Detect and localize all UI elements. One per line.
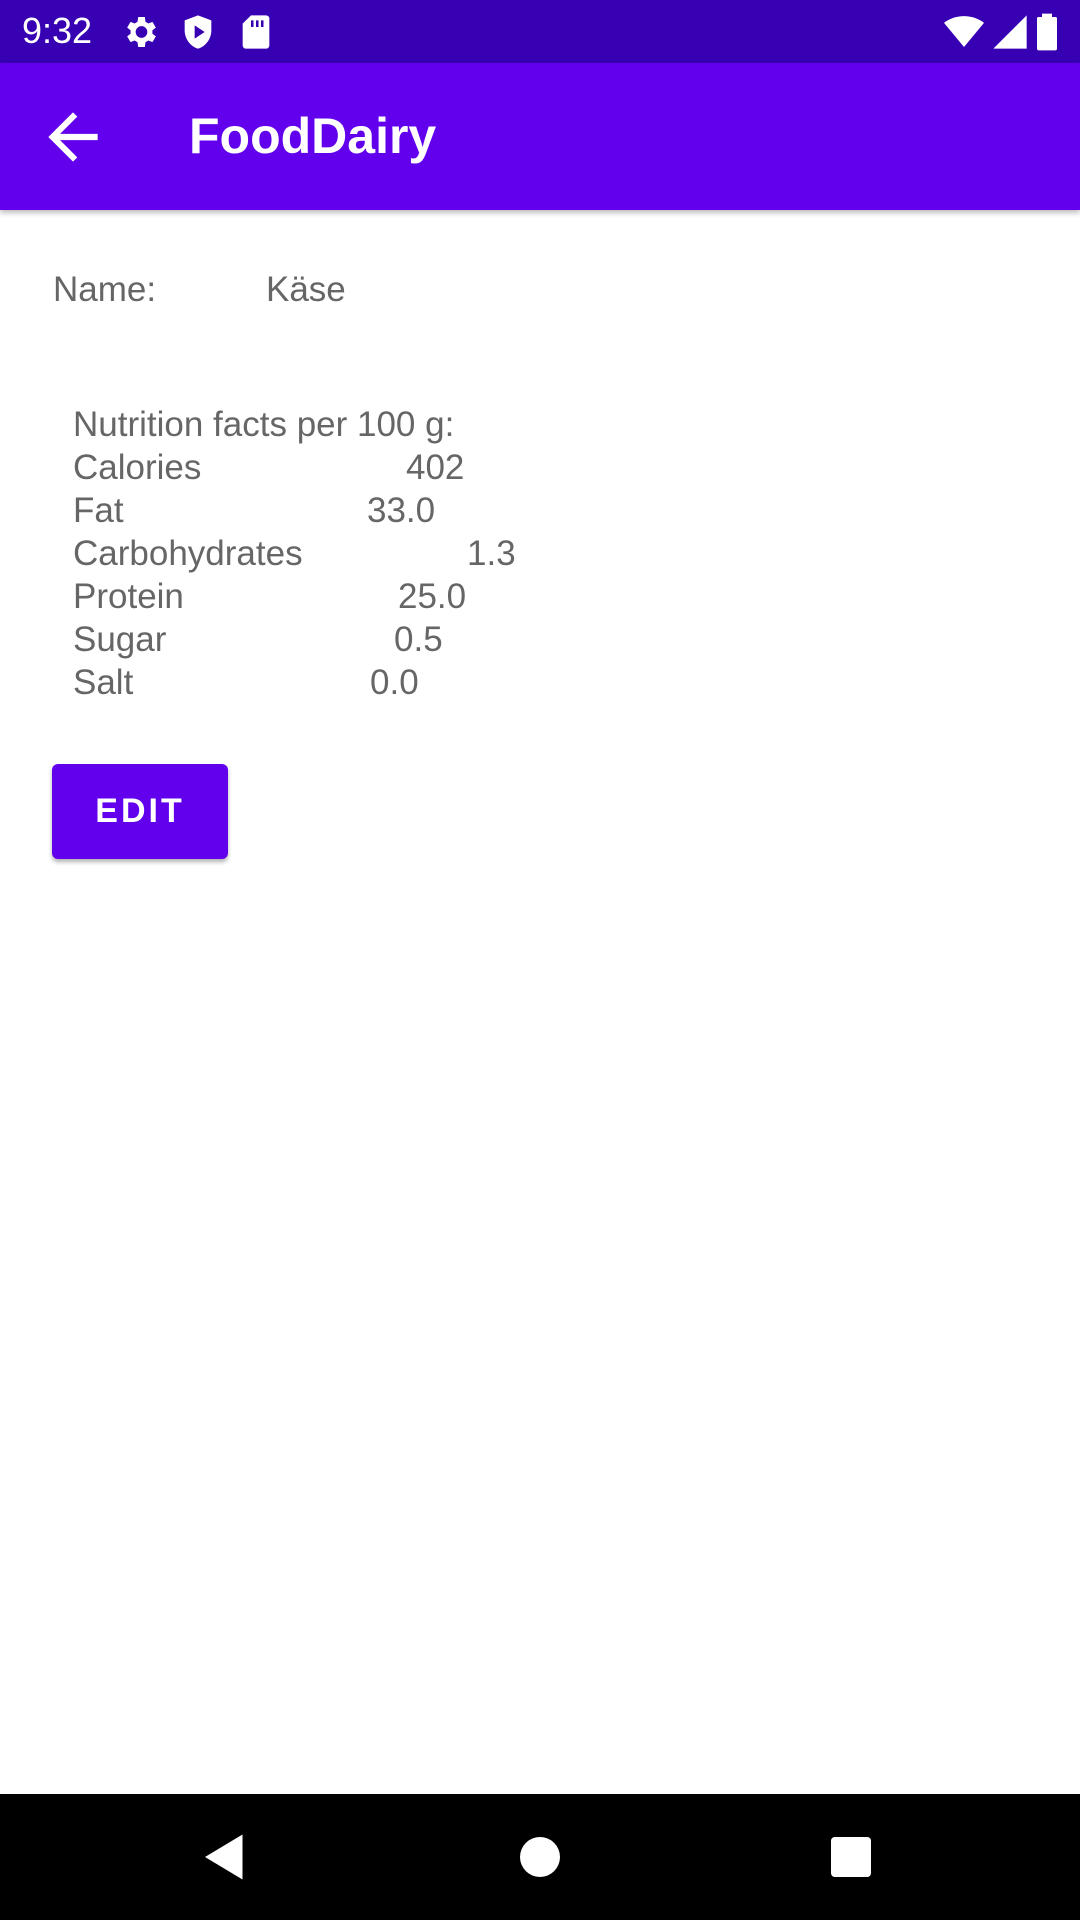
back-triangle-icon[interactable] [195, 1827, 255, 1887]
navigation-bar [0, 1794, 1080, 1920]
nutrient-label: Calories [73, 448, 202, 487]
nutrition-row-sugar: Sugar 0.5 [73, 618, 673, 661]
gear-icon [120, 12, 160, 52]
signal-icon [990, 12, 1030, 52]
nutrient-value: 402 [406, 448, 465, 487]
app-bar: FoodDairy [0, 63, 1080, 210]
edit-button[interactable]: EDIT [52, 764, 228, 859]
nutrition-row-carbohydrates: Carbohydrates 1.3 [73, 532, 673, 575]
nutrition-row-protein: Protein 25.0 [73, 575, 673, 618]
wifi-icon [944, 12, 984, 52]
nutrition-header: Nutrition facts per 100 g: [73, 405, 455, 444]
nutrition-row-salt: Salt 0.0 [73, 661, 673, 704]
arrow-back-icon [48, 112, 98, 162]
nutrient-value: 1.3 [467, 534, 516, 573]
nutrition-row-calories: Calories 402 [73, 446, 673, 489]
back-button[interactable] [36, 100, 110, 174]
nutrient-label: Fat [73, 491, 124, 530]
recents-square-icon[interactable] [821, 1827, 881, 1887]
sd-card-icon [236, 12, 276, 52]
name-value: Käse [266, 270, 346, 309]
app-title: FoodDairy [189, 108, 437, 164]
nutrient-label: Protein [73, 577, 184, 616]
nutrient-value: 0.0 [370, 663, 419, 702]
nutrient-label: Carbohydrates [73, 534, 303, 573]
nutrient-label: Salt [73, 663, 134, 702]
status-bar: 9:32 [0, 0, 1080, 63]
shield-play-icon [178, 12, 218, 52]
nutrition-facts: Nutrition facts per 100 g: Calories 402 … [73, 403, 673, 704]
nutrition-row-fat: Fat 33.0 [73, 489, 673, 532]
home-circle-icon[interactable] [510, 1827, 570, 1887]
nutrient-value: 0.5 [394, 620, 443, 659]
nutrient-label: Sugar [73, 620, 167, 659]
name-label: Name: [53, 270, 157, 309]
nutrient-value: 33.0 [367, 491, 436, 530]
status-time: 9:32 [22, 10, 93, 51]
nutrient-value: 25.0 [398, 577, 467, 616]
screen: 9:32 FoodDairy Name: Käse Nutrition fact… [0, 0, 1080, 1920]
battery-icon [1030, 12, 1064, 52]
